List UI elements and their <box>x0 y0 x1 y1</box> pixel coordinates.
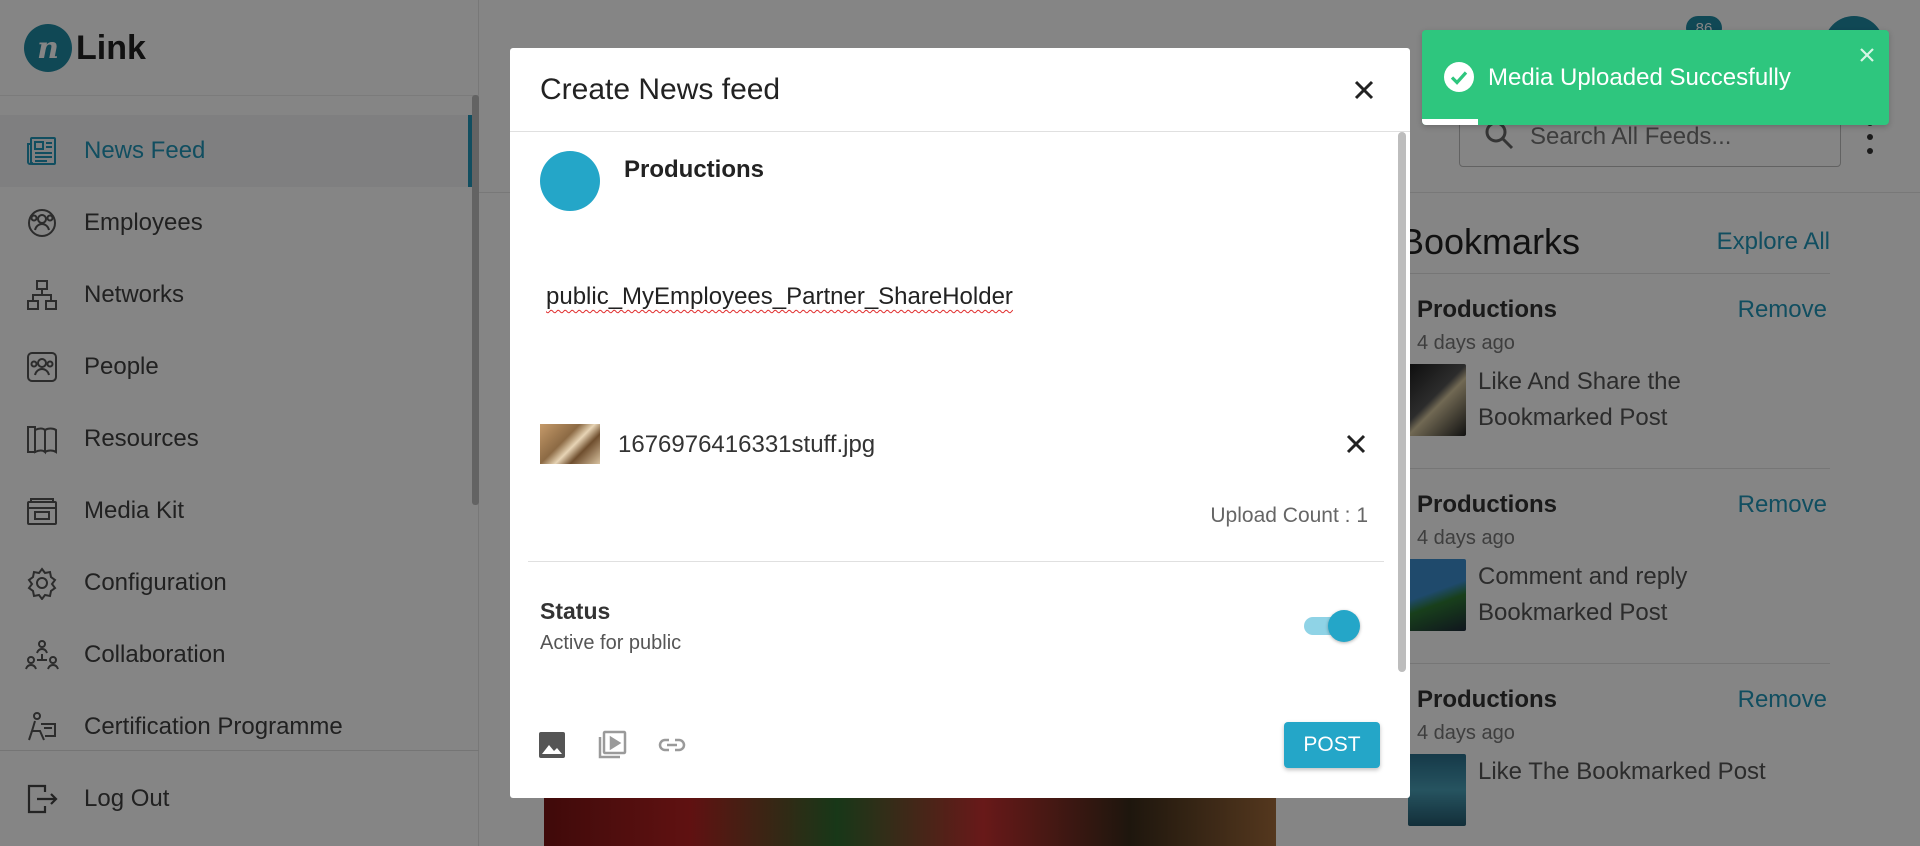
status-toggle[interactable] <box>1304 608 1360 642</box>
toggle-knob <box>1328 610 1360 642</box>
divider <box>528 561 1384 562</box>
attachment-thumbnail <box>540 424 600 464</box>
author-name: Productions <box>624 156 765 183</box>
success-toast: Media Uploaded Succesfully <box>1422 30 1889 125</box>
status-label: Status <box>540 598 611 624</box>
toast-progress-bar <box>1422 119 1479 125</box>
image-icon[interactable] <box>536 729 568 761</box>
check-circle-icon <box>1443 61 1475 93</box>
attachment-file-name: 1676976416331stuff.jpg <box>618 431 876 458</box>
close-icon[interactable] <box>1348 74 1380 106</box>
dialog-title: Create News feed <box>540 72 781 106</box>
avatar <box>540 151 600 211</box>
toast-message: Media Uploaded Succesfully <box>1488 64 1791 91</box>
upload-count: Upload Count : 1 <box>1210 504 1368 527</box>
close-icon[interactable] <box>1858 46 1876 64</box>
post-text-input[interactable]: public_MyEmployees_Partner_ShareHolder <box>546 283 1013 311</box>
dialog-header: Create News feed <box>510 48 1410 132</box>
create-news-feed-dialog: Create News feed Productions public_MyEm… <box>510 48 1410 798</box>
link-icon[interactable] <box>656 729 688 761</box>
video-icon[interactable] <box>596 729 628 761</box>
status-description: Active for public <box>540 632 682 654</box>
dialog-scrollbar[interactable] <box>1398 132 1406 672</box>
remove-attachment-icon[interactable] <box>1342 430 1370 458</box>
post-button[interactable]: POST <box>1284 722 1380 768</box>
